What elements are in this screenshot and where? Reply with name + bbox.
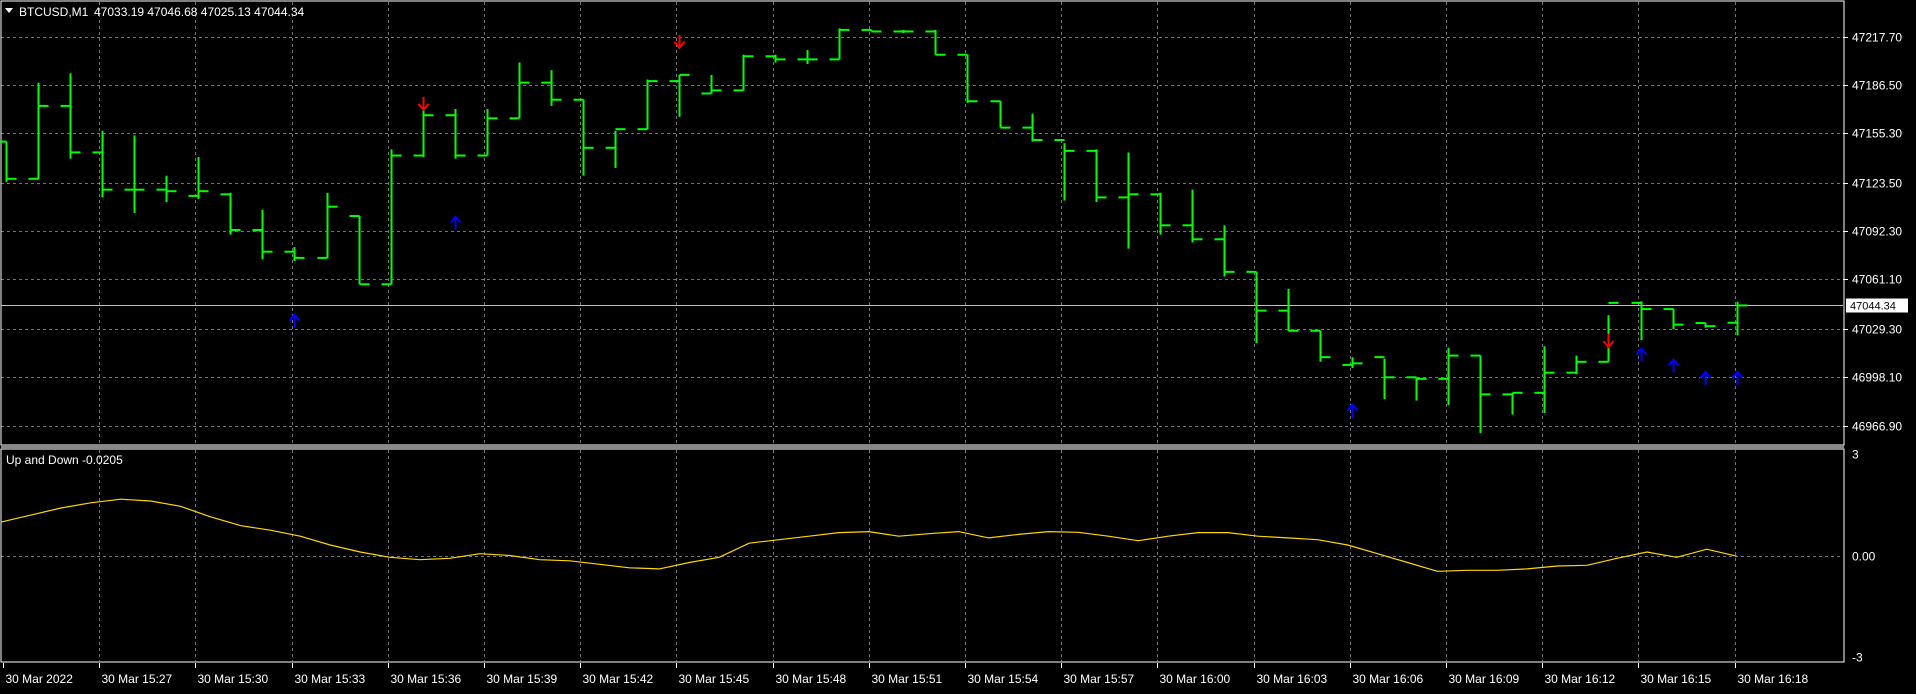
time-tick-label: 30 Mar 15:30 — [198, 672, 269, 686]
price-tick-label: 47029.30 — [1852, 323, 1902, 337]
price-tick-label: 47123.50 — [1852, 177, 1902, 191]
time-tick-label: 30 Mar 16:03 — [1257, 672, 1328, 686]
indicator-tick-label: -3 — [1852, 651, 1863, 665]
price-tick-label: 46966.90 — [1852, 420, 1902, 434]
chart-header: BTCUSD,M1 47033.19 47046.68 47025.13 470… — [5, 5, 305, 19]
time-tick-label: 30 Mar 15:39 — [487, 672, 558, 686]
pane-splitter[interactable] — [1, 445, 1844, 449]
time-tick-label: 30 Mar 15:36 — [391, 672, 462, 686]
time-tick-label: 30 Mar 16:09 — [1449, 672, 1520, 686]
time-tick-label: 30 Mar 2022 — [6, 672, 74, 686]
time-tick-label: 30 Mar 15:57 — [1064, 672, 1135, 686]
time-tick-label: 30 Mar 16:12 — [1545, 672, 1616, 686]
indicator-tick-label: 0.00 — [1852, 550, 1876, 564]
symbol-timeframe: BTCUSD,M1 — [19, 5, 89, 19]
price-axis: 47217.70 47186.50 47155.30 47123.50 47092.30… — [1843, 31, 1902, 434]
price-tick-label: 47061.10 — [1852, 273, 1902, 287]
time-tick-label: 30 Mar 16:15 — [1641, 672, 1712, 686]
time-tick-label: 30 Mar 16:18 — [1738, 672, 1809, 686]
indicator-title: Up and Down -0.0205 — [6, 453, 123, 467]
time-tick-label: 30 Mar 16:00 — [1160, 672, 1231, 686]
price-tick-label: 47217.70 — [1852, 31, 1902, 45]
price-tick-label: 47092.30 — [1852, 225, 1902, 239]
time-tick-label: 30 Mar 16:06 — [1353, 672, 1424, 686]
price-tick-label: 47155.30 — [1852, 127, 1902, 141]
time-tick-label: 30 Mar 15:33 — [295, 672, 366, 686]
time-tick-label: 30 Mar 15:27 — [102, 672, 173, 686]
ohlc-values: 47033.19 47046.68 47025.13 47044.34 — [94, 5, 305, 19]
time-tick-label: 30 Mar 15:42 — [583, 672, 654, 686]
price-tick-label: 47186.50 — [1852, 79, 1902, 93]
indicator-tick-label: 3 — [1852, 448, 1859, 462]
svg-text:47044.34: 47044.34 — [1850, 301, 1896, 313]
current-price-label: 47044.34 — [1846, 298, 1908, 313]
price-tick-label: 46998.10 — [1852, 371, 1902, 385]
time-tick-label: 30 Mar 15:54 — [968, 672, 1039, 686]
time-tick-label: 30 Mar 15:45 — [679, 672, 750, 686]
trading-chart[interactable]: 47217.70 47186.50 47155.30 47123.50 47092.30… — [0, 0, 1916, 694]
time-tick-label: 30 Mar 15:51 — [872, 672, 943, 686]
time-tick-label: 30 Mar 15:48 — [776, 672, 847, 686]
